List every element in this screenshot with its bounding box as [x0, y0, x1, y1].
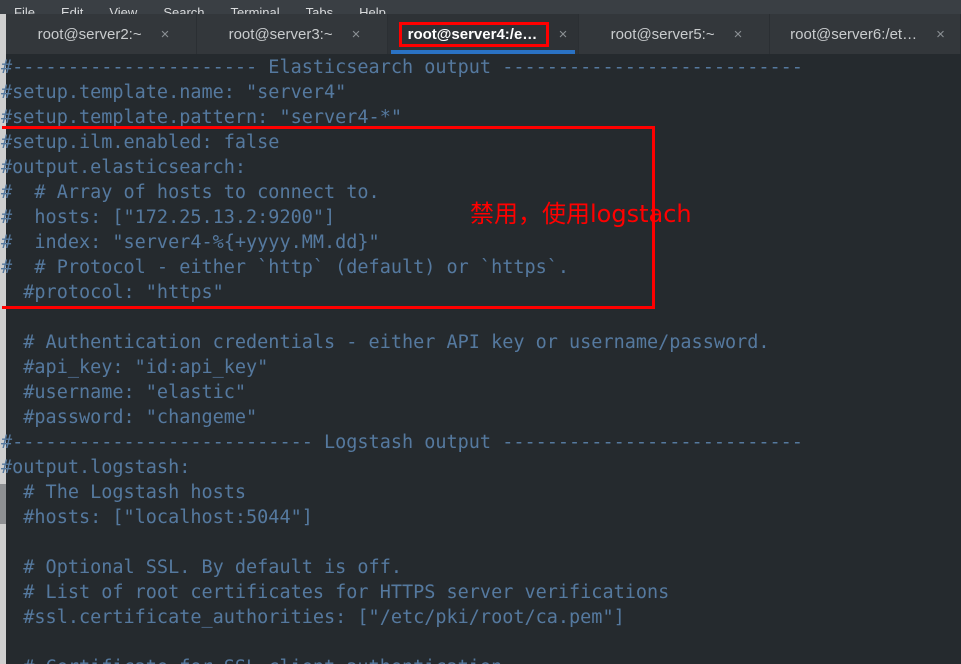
tab-root-server5[interactable]: root@server5:~ × — [579, 14, 770, 54]
terminal-line: #username: "elastic" — [1, 382, 247, 403]
terminal-line: #setup.template.name: "server4" — [1, 82, 347, 103]
tab-root-server6[interactable]: root@server6:/et… × — [770, 14, 961, 54]
close-icon[interactable]: × — [161, 27, 170, 42]
terminal-line: #protocol: "https" — [1, 282, 224, 303]
close-icon[interactable]: × — [559, 27, 568, 42]
terminal-line: #setup.ilm.enabled: false — [1, 132, 280, 153]
terminal-line: #ssl.certificate_authorities: ["/etc/pki… — [1, 607, 625, 628]
terminal-line: #hosts: ["localhost:5044"] — [1, 507, 313, 528]
tab-title: root@server4:/et… — [398, 21, 549, 47]
terminal-line: # Optional SSL. By default is off. — [1, 557, 402, 578]
tab-list: root@server2:~ × root@server3:~ × root@s… — [6, 14, 961, 54]
tab-title: root@server6:/et… — [790, 25, 918, 43]
terminal-line: # The Logstash hosts — [1, 482, 247, 503]
terminal-line: # List of root certificates for HTTPS se… — [1, 582, 670, 603]
terminal-line: # index: "server4-%{+yyyy.MM.dd}" — [1, 232, 380, 253]
terminal-line: #setup.template.pattern: "server4-*" — [1, 107, 402, 128]
close-icon[interactable]: × — [734, 27, 743, 42]
tab-root-server4[interactable]: root@server4:/et… × — [388, 14, 579, 54]
menu-item-view[interactable]: View — [109, 6, 137, 14]
terminal-line: #output.elasticsearch: — [1, 157, 247, 178]
terminal-line: #output.logstash: — [1, 457, 191, 478]
menu-item-help[interactable]: Help — [359, 6, 386, 14]
annotation-label: 禁用，使用logstach — [470, 200, 692, 228]
tab-root-server2[interactable]: root@server2:~ × — [6, 14, 197, 54]
close-icon[interactable]: × — [352, 27, 361, 42]
terminal-window: File Edit View Search Terminal Tabs Help… — [0, 0, 961, 664]
tab-title: root@server3:~ — [228, 25, 333, 43]
terminal-line: # Authentication credentials - either AP… — [1, 332, 770, 353]
tab-bar: root@server2:~ × root@server3:~ × root@s… — [0, 14, 961, 54]
tab-root-server3[interactable]: root@server3:~ × — [197, 14, 388, 54]
menu-item-search[interactable]: Search — [163, 6, 204, 14]
menu-item-terminal[interactable]: Terminal — [231, 6, 280, 14]
terminal-text-area: #---------------------- Elasticsearch ou… — [0, 54, 961, 664]
tab-title: root@server5:~ — [610, 25, 715, 43]
terminal-line: # # Protocol - either `http` (default) o… — [1, 257, 570, 278]
terminal-line: #---------------------- Elasticsearch ou… — [1, 57, 803, 78]
close-icon[interactable]: × — [936, 27, 945, 42]
terminal-content[interactable]: #---------------------- Elasticsearch ou… — [0, 54, 961, 664]
terminal-line: #--------------------------- Logstash ou… — [1, 432, 803, 453]
menu-item-file[interactable]: File — [14, 6, 35, 14]
terminal-line: # Certificate for SSL client authenticat… — [0, 655, 961, 664]
menu-item-edit[interactable]: Edit — [61, 6, 83, 14]
tab-title: root@server2:~ — [37, 25, 142, 43]
terminal-line: #password: "changeme" — [1, 407, 258, 428]
menu-bar: File Edit View Search Terminal Tabs Help — [0, 0, 961, 14]
terminal-line: #api_key: "id:api_key" — [1, 357, 269, 378]
menu-item-tabs[interactable]: Tabs — [306, 6, 333, 14]
